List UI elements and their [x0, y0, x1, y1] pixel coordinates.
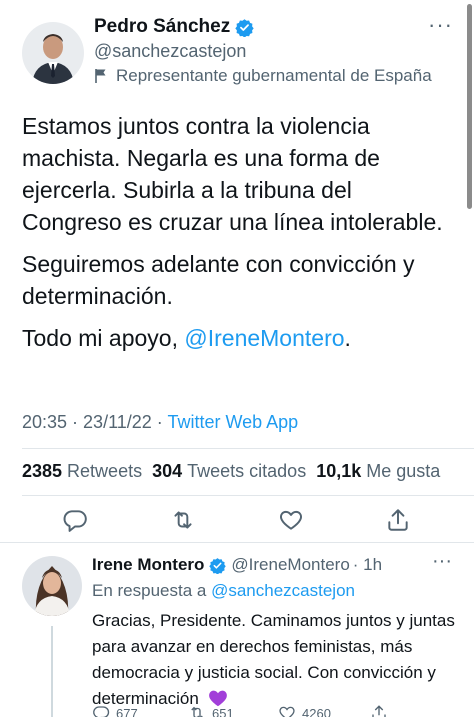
- reply-retweets-count: 651: [212, 705, 234, 717]
- government-label: Representante gubernamental de España: [116, 66, 432, 85]
- tweet-paragraph-3-suffix: .: [344, 325, 351, 351]
- like-button[interactable]: [278, 507, 304, 533]
- reply-likes-count: 4260: [302, 705, 331, 717]
- reply-time[interactable]: · 1h: [353, 555, 382, 575]
- likes-label: Me gusta: [366, 461, 441, 481]
- avatar-irene-montero[interactable]: [22, 556, 82, 616]
- quotes-count: 304: [152, 461, 183, 481]
- tweet-paragraph-2: Seguiremos adelante con convicción y det…: [22, 251, 415, 309]
- reply-to-mention[interactable]: @sanchezcastejon: [211, 581, 355, 600]
- divider: [22, 448, 474, 449]
- quotes-stat[interactable]: 304 Tweets citados: [152, 461, 306, 482]
- mention-link-irene[interactable]: @IreneMontero: [184, 325, 344, 351]
- verified-badge-icon: [235, 18, 254, 37]
- divider: [22, 495, 474, 496]
- avatar-pedro-sanchez[interactable]: [22, 22, 84, 84]
- author-handle[interactable]: @sanchezcastejon: [94, 41, 246, 62]
- like-icon: [279, 706, 295, 717]
- verified-badge-icon: [209, 557, 227, 574]
- reply-icon: [93, 706, 110, 717]
- share-button[interactable]: [385, 507, 411, 533]
- reply-text-body: Gracias, Presidente. Caminamos juntos y …: [92, 611, 455, 708]
- likes-count: 10,1k: [316, 461, 362, 481]
- likes-stat[interactable]: 10,1k Me gusta: [316, 461, 440, 482]
- tweet-paragraph-3-prefix: Todo mi apoyo,: [22, 325, 185, 351]
- main-tweet: Pedro Sánchez @sanchezcastejon Represent…: [0, 0, 474, 540]
- thread-line: [51, 626, 53, 717]
- like-icon: [280, 510, 302, 530]
- reply-author-handle[interactable]: @IreneMontero: [231, 555, 349, 575]
- reply-retweet-button[interactable]: 651: [188, 704, 234, 717]
- reply-button[interactable]: [62, 507, 88, 533]
- author-name-text[interactable]: Pedro Sánchez: [94, 16, 230, 38]
- flag-icon: [95, 69, 106, 83]
- tweet-date[interactable]: 23/11/22: [83, 412, 152, 432]
- retweets-label: Retweets: [67, 461, 143, 481]
- meta-dot-1: ·: [67, 412, 84, 432]
- government-label-row[interactable]: Representante gubernamental de España: [94, 66, 432, 86]
- reply-like-button[interactable]: 4260: [278, 704, 331, 717]
- author-name[interactable]: Pedro Sánchez: [94, 16, 254, 38]
- reply-context: En respuesta a @sanchezcastejon: [92, 581, 355, 601]
- share-icon: [388, 509, 408, 531]
- reply-share-button[interactable]: [370, 704, 394, 717]
- meta-dot-2: ·: [151, 412, 168, 432]
- reply-more-options-button[interactable]: ···: [432, 551, 452, 571]
- retweet-button[interactable]: [170, 507, 196, 533]
- reply-icon: [63, 510, 87, 532]
- reply-context-prefix: En respuesta a: [92, 581, 212, 600]
- tweet-source[interactable]: Twitter Web App: [167, 412, 298, 432]
- share-icon: [372, 705, 386, 717]
- reply-reply-button[interactable]: 677: [92, 704, 138, 717]
- retweet-icon: [174, 511, 192, 529]
- tweet-paragraph-1: Estamos juntos contra la violencia machi…: [22, 113, 443, 235]
- reply-actions: 677 651 4260: [92, 704, 472, 717]
- reply-replies-count: 677: [116, 705, 138, 717]
- retweets-count: 2385: [22, 461, 63, 481]
- tweet-stats: 2385 Retweets 304 Tweets citados 10,1k Me g…: [22, 461, 450, 482]
- reply-text: Gracias, Presidente. Caminamos juntos y …: [92, 608, 462, 712]
- quotes-label: Tweets citados: [187, 461, 307, 481]
- tweet-text: Estamos juntos contra la violencia machi…: [22, 110, 452, 364]
- retweets-stat[interactable]: 2385 Retweets: [22, 461, 142, 482]
- retweet-icon: [191, 706, 203, 717]
- tweet-paragraph-3: Todo mi apoyo, @IreneMontero.: [22, 322, 452, 354]
- reply-header: Irene Montero @IreneMontero · 1h: [92, 555, 382, 575]
- reply-author-name[interactable]: Irene Montero: [92, 555, 204, 575]
- tweet-actions: [0, 505, 474, 535]
- tweet-separator: [0, 542, 474, 543]
- tweet-time[interactable]: 20:35: [22, 412, 67, 432]
- more-options-button[interactable]: ···: [428, 14, 453, 36]
- tweet-meta: 20:35 · 23/11/22 · Twitter Web App: [22, 412, 298, 433]
